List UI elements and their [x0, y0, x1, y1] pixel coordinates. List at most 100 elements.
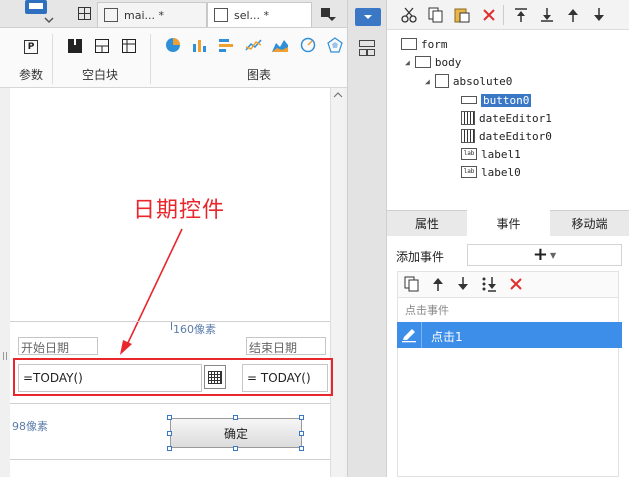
tree-node-label: form [421, 37, 448, 51]
move-up-icon[interactable] [565, 7, 581, 26]
button-icon [461, 96, 477, 104]
tree-node-label: label1 [481, 147, 521, 161]
tab-events[interactable]: 事件 [467, 210, 550, 236]
copy-event-icon[interactable] [404, 276, 420, 295]
dimension-tick [171, 322, 172, 330]
line-chart-icon[interactable] [245, 37, 263, 56]
body-icon [414, 56, 431, 68]
date-editor-icon [461, 111, 475, 125]
label-icon: lab [461, 148, 477, 160]
tree-node-label: label0 [481, 165, 521, 179]
scroll-up-icon[interactable] [331, 88, 345, 102]
calendar-icon [208, 371, 222, 384]
tree-node-label: body [434, 55, 462, 69]
parameter-icon[interactable]: P [24, 40, 38, 54]
group-label-params: 参数 [19, 68, 44, 82]
event-up-icon[interactable] [430, 276, 446, 295]
pie-chart-icon[interactable] [165, 37, 181, 56]
canvas-scrollbar[interactable] [330, 88, 344, 477]
calendar-button[interactable] [204, 365, 226, 389]
tab-properties[interactable]: 属性 [387, 210, 467, 236]
widget-panel-button[interactable] [355, 8, 381, 26]
tab-overflow-icon[interactable] [320, 6, 336, 25]
gauge-chart-icon[interactable] [300, 37, 316, 56]
tree-node-label1[interactable]: lab label1 [461, 145, 521, 163]
expand-arrow-icon[interactable]: ◢ [425, 77, 430, 86]
layout-panel-icon[interactable] [359, 40, 375, 59]
section-divider [10, 321, 330, 322]
start-date-label[interactable]: 开始日期 [18, 337, 98, 355]
radar-chart-icon[interactable] [327, 37, 343, 56]
section-divider [10, 403, 330, 404]
toolbar-divider [503, 5, 504, 25]
area-chart-icon[interactable] [272, 37, 288, 56]
resize-handle[interactable] [299, 446, 304, 451]
start-date-editor[interactable]: =TODAY() [18, 364, 202, 392]
event-down-icon[interactable] [455, 276, 471, 295]
resize-handle[interactable] [299, 415, 304, 420]
move-top-icon[interactable] [513, 7, 529, 26]
move-bottom-icon[interactable] [539, 7, 555, 26]
tab-main[interactable]: mai... * [97, 2, 207, 27]
tree-node-dateeditor0[interactable]: dateEditor0 [461, 127, 552, 145]
tree-node-label: dateEditor1 [479, 111, 552, 125]
dimension-left-text: 98像素 [12, 420, 48, 433]
absolute-block-icon[interactable] [95, 39, 109, 56]
app-logo-icon [25, 0, 54, 24]
tree-node-label0[interactable]: lab label0 [461, 163, 521, 181]
end-date-editor[interactable]: = TODAY() [242, 364, 328, 392]
plus-icon: + [532, 244, 548, 265]
side-dock [347, 0, 387, 477]
resize-handle[interactable] [233, 446, 238, 451]
app-menu-button[interactable] [12, 0, 58, 26]
move-down-icon[interactable] [591, 7, 607, 26]
tree-node-absolute0[interactable]: ◢ absolute0 [425, 72, 512, 90]
tab-label: mai... * [124, 8, 164, 22]
tree-node-dateeditor1[interactable]: dateEditor1 [461, 109, 552, 127]
dimension-top-text: 160像素 [173, 323, 216, 336]
tab-mobile[interactable]: 移动端 [550, 210, 629, 236]
confirm-button[interactable]: 确定 [170, 418, 302, 448]
resize-handle[interactable] [299, 431, 304, 436]
annotation-arrow [120, 228, 183, 355]
event-delete-icon[interactable] [508, 276, 524, 295]
toolbar-divider [150, 34, 151, 84]
bar-chart-icon[interactable] [192, 37, 208, 56]
add-event-button[interactable]: + ▼ [467, 244, 622, 266]
date-editor-icon [461, 129, 475, 143]
delete-icon[interactable] [481, 7, 497, 26]
hbar-chart-icon[interactable] [218, 37, 234, 56]
add-event-label: 添加事件 [396, 250, 445, 264]
tab-block-icon[interactable] [122, 39, 136, 56]
tab-select[interactable]: sel... * [207, 2, 312, 27]
tree-node-label: absolute0 [452, 74, 513, 88]
section-divider [10, 459, 330, 460]
event-item-click1[interactable]: 点击1 [397, 322, 622, 348]
resize-handle[interactable] [167, 446, 172, 451]
row-divider [421, 322, 422, 348]
tree-node-button0[interactable]: button0 [461, 91, 532, 109]
tab-label: sel... * [234, 8, 270, 22]
resize-handle[interactable] [167, 431, 172, 436]
tree-node-form[interactable]: form [401, 35, 448, 53]
paste-icon[interactable] [454, 7, 470, 26]
dropdown-arrow-icon: ▼ [549, 250, 557, 260]
dropdown-icon [364, 15, 372, 19]
splitter-handle[interactable] [3, 352, 7, 360]
group-label-blank: 空白块 [82, 68, 119, 82]
report-icon [104, 8, 118, 22]
event-bottom-icon[interactable] [481, 276, 499, 295]
event-section-label: 点击事件 [405, 304, 449, 317]
end-date-label[interactable]: 结束日期 [246, 337, 326, 355]
expand-arrow-icon[interactable]: ◢ [405, 58, 410, 67]
absolute-layout-icon [434, 74, 449, 88]
blank-block-icon[interactable] [68, 39, 82, 56]
resize-handle[interactable] [167, 415, 172, 420]
resize-handle[interactable] [233, 415, 238, 420]
cut-icon[interactable] [401, 7, 417, 26]
edit-pencil-icon[interactable] [401, 327, 417, 343]
grid-icon[interactable] [78, 7, 91, 20]
copy-icon[interactable] [428, 7, 444, 26]
tree-node-body[interactable]: ◢ body [405, 53, 461, 71]
toolbar-divider [52, 34, 53, 84]
